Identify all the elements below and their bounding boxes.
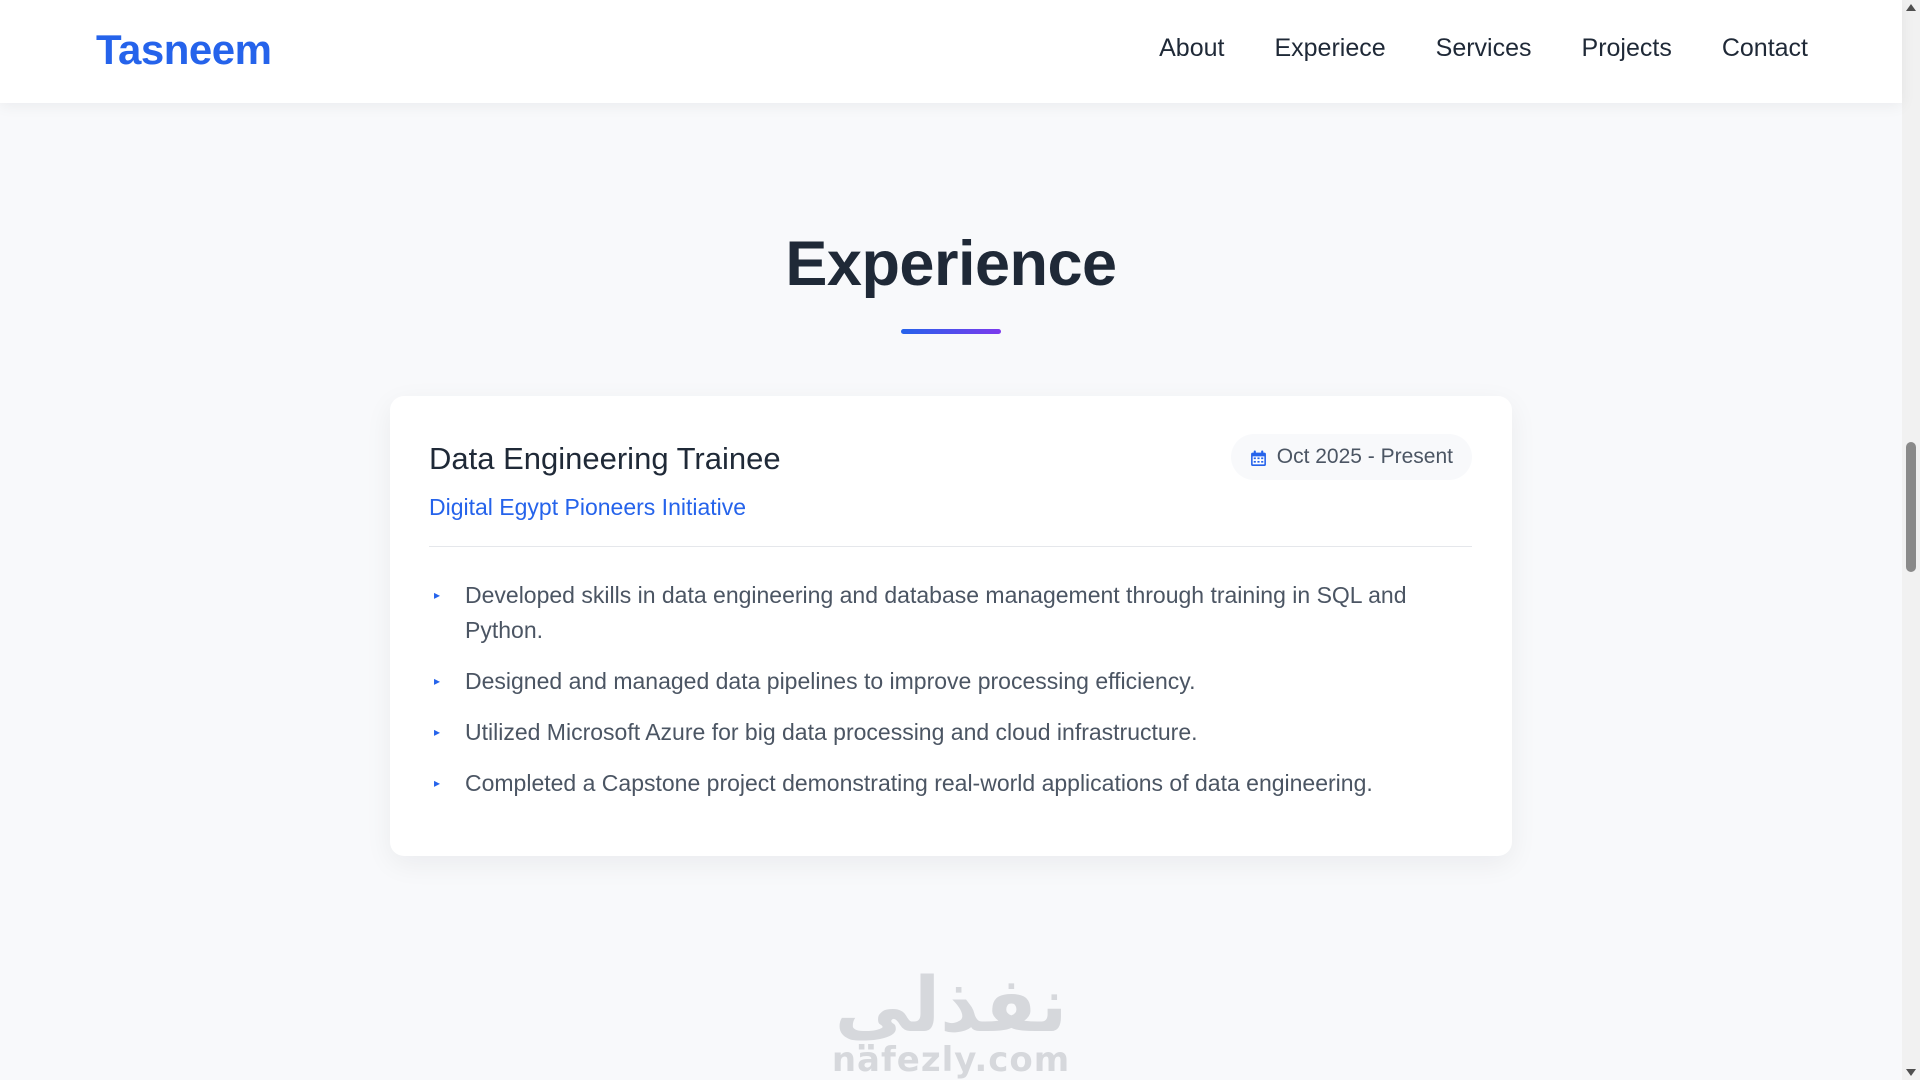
experience-card: Data Engineering Trainee Digital Egypt P… <box>390 396 1512 856</box>
title-underline <box>901 329 1001 334</box>
triangle-bullet-icon: ▸ <box>434 674 441 688</box>
date-badge: Oct 2025 - Present <box>1230 434 1472 480</box>
scroll-up-arrow-icon[interactable] <box>1906 4 1916 11</box>
card-divider <box>429 546 1472 547</box>
list-item-text: Developed skills in data engineering and… <box>465 582 1407 643</box>
list-item-text: Utilized Microsoft Azure for big data pr… <box>465 719 1198 745</box>
job-title: Data Engineering Trainee <box>429 441 781 476</box>
scroll-down-arrow-icon[interactable] <box>1906 1069 1916 1076</box>
watermark-logo: نفذلي <box>834 960 1068 1049</box>
section-title: Experience <box>785 229 1117 299</box>
list-item: ▸ Designed and managed data pipelines to… <box>429 664 1449 699</box>
company-name: Digital Egypt Pioneers Initiative <box>429 494 747 520</box>
scrollbar[interactable] <box>1902 0 1920 1080</box>
nav-link-services[interactable]: Services <box>1436 34 1532 63</box>
watermark-url: nafezly.com <box>831 1040 1071 1080</box>
list-item-text: Designed and managed data pipelines to i… <box>465 668 1196 694</box>
nav-link-projects[interactable]: Projects <box>1582 34 1672 63</box>
scrollbar-thumb[interactable] <box>1906 442 1916 572</box>
date-range: Oct 2025 - Present <box>1276 445 1453 468</box>
list-item-text: Completed a Capstone project demonstrati… <box>465 770 1373 796</box>
brand-logo[interactable]: Tasneem <box>96 26 272 74</box>
triangle-bullet-icon: ▸ <box>434 776 441 790</box>
page: Tasneem About Experiece Services Project… <box>0 0 1920 1080</box>
triangle-bullet-icon: ▸ <box>434 588 441 602</box>
list-item: ▸ Completed a Capstone project demonstra… <box>429 766 1449 801</box>
responsibility-list: ▸ Developed skills in data engineering a… <box>429 578 1449 817</box>
navbar: Tasneem About Experiece Services Project… <box>0 0 1902 103</box>
nav-link-contact[interactable]: Contact <box>1722 34 1808 63</box>
nav-links: About Experiece Services Projects Contac… <box>1159 34 1808 63</box>
list-item: ▸ Developed skills in data engineering a… <box>429 578 1449 648</box>
nav-link-about[interactable]: About <box>1159 34 1224 63</box>
triangle-bullet-icon: ▸ <box>434 725 441 739</box>
nav-link-experience[interactable]: Experiece <box>1274 34 1385 63</box>
calendar-icon <box>1250 449 1267 466</box>
list-item: ▸ Utilized Microsoft Azure for big data … <box>429 715 1449 750</box>
